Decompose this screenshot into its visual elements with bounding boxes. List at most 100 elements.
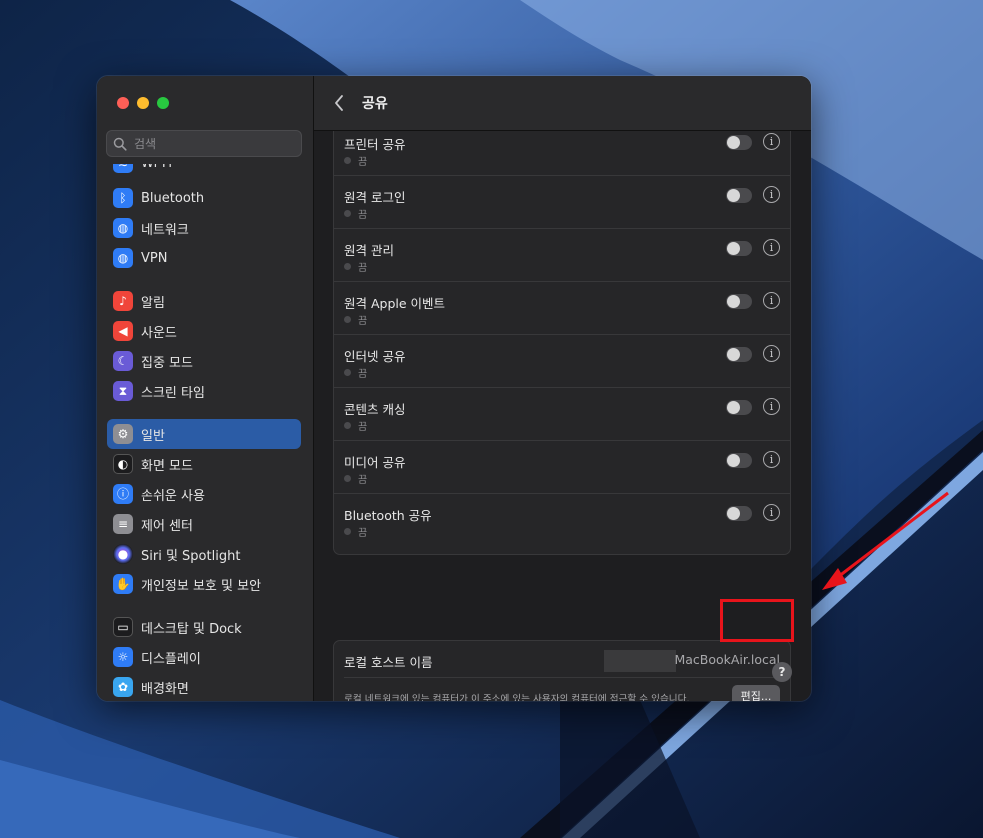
service-name: 미디어 공유 [344,455,406,470]
speaker-icon: ◀ [113,321,133,341]
page-title: 공유 [362,96,388,112]
service-toggle[interactable] [726,188,752,203]
service-status: 끔 [344,206,367,221]
edit-hostname-button[interactable]: 편집... [732,685,780,701]
hostname-value: MacBookAir.local [674,652,780,667]
search-input[interactable] [132,135,296,152]
divider [344,677,790,678]
service-row: 인터넷 공유끔 i [334,335,790,388]
sidebar-item-8[interactable]: ⚙ 일반 [107,419,301,449]
hostname-description: 로컬 네트워크에 있는 컴퓨터가 이 주소에 있는 사용자의 컴퓨터에 접근할 … [344,694,690,701]
info-icon[interactable]: i [763,292,780,309]
sidebar-item-7[interactable]: ⧗ 스크린 타임 [107,376,301,406]
bell-icon: ♪ [113,291,133,311]
gear-icon: ⚙ [113,424,133,444]
sidebar-item-label: Wi-Fi [141,164,172,171]
service-name: Bluetooth 공유 [344,508,432,523]
service-name: 콘텐츠 캐싱 [344,402,406,417]
redacted-region [604,650,676,672]
sidebar-item-6[interactable]: ☾ 집중 모드 [107,346,301,376]
globe-icon: ◍ [113,218,133,238]
sidebar-item-label: 집중 모드 [141,355,193,371]
control-center-icon: ≡ [113,514,133,534]
accessibility-icon: ⓘ [113,484,133,504]
info-icon[interactable]: i [763,239,780,256]
sidebar-item-2[interactable]: ◍ 네트워크 [107,213,301,243]
toggle-knob [727,295,740,308]
back-button[interactable] [330,94,348,112]
minimize-window-button[interactable] [137,97,149,109]
service-row: 프린터 공유 끔 i [334,131,790,176]
sidebar-item-label: VPN [141,250,168,266]
status-dot-icon [344,528,351,535]
sidebar-item-14[interactable]: ▭ 데스크탑 및 Dock [107,612,301,642]
sidebar-item-label: 디스플레이 [141,651,201,667]
sidebar-item-3[interactable]: ◍ VPN [107,243,301,273]
hourglass-icon: ⧗ [113,381,133,401]
service-toggle[interactable] [726,506,752,521]
service-status-text: 끔 [358,422,368,433]
sidebar-item-11[interactable]: ≡ 제어 센터 [107,509,301,539]
service-status: 끔 [344,524,367,539]
sidebar-item-16[interactable]: ✿ 배경화면 [107,672,301,699]
sidebar-item-0[interactable]: ≋ Wi-Fi [107,164,301,178]
service-status: 끔 [344,312,367,327]
service-toggle[interactable] [726,135,752,150]
sidebar-item-15[interactable]: ☼ 디스플레이 [107,642,301,672]
info-icon[interactable]: i [763,133,780,150]
sidebar-item-4[interactable]: ♪ 알림 [107,286,301,316]
service-toggle[interactable] [726,241,752,256]
sidebar-item-5[interactable]: ◀ 사운드 [107,316,301,346]
service-status-text: 끔 [358,157,368,168]
service-status: 끔 [344,153,367,168]
service-status-text: 끔 [358,316,368,327]
sidebar-item-label: 네트워크 [141,222,189,238]
service-row: Bluetooth 공유 끔 i [334,494,790,547]
toggle-knob [727,454,740,467]
search-icon [113,137,127,151]
service-row: 콘텐츠 캐싱끔 i [334,388,790,441]
toggle-knob [727,242,740,255]
info-icon[interactable]: i [763,186,780,203]
service-status: 끔 [344,471,367,486]
service-status-text: 끔 [358,369,368,380]
service-name: 원격 로그인 [344,190,406,205]
status-dot-icon [344,263,351,270]
sidebar-item-label: 사운드 [141,325,177,341]
appearance-icon: ◐ [113,454,133,474]
info-icon[interactable]: i [763,345,780,362]
service-status: 끔 [344,365,367,380]
service-row: 원격 Apple 이벤트 끔 i [334,282,790,335]
service-name: 원격 관리 [344,243,394,258]
service-name: 인터넷 공유 [344,349,406,364]
sidebar-item-label: Bluetooth [141,190,205,206]
service-toggle[interactable] [726,400,752,415]
service-row: 미디어 공유 끔 i [334,441,790,494]
sidebar-item-9[interactable]: ◐ 화면 모드 [107,449,301,479]
status-dot-icon [344,369,351,376]
info-icon[interactable]: i [763,504,780,521]
sidebar-item-12[interactable]: ● Siri 및 Spotlight [107,539,301,569]
annotation-highlight-box [720,599,794,642]
info-icon[interactable]: i [763,451,780,468]
bluetooth-icon: ᛒ [113,188,133,208]
zoom-window-button[interactable] [157,97,169,109]
service-toggle[interactable] [726,453,752,468]
system-settings-window: ≋ Wi-Fi ᛒ Bluetooth ◍ 네트워크 ◍ VPN ♪ 알림 ◀ 사운드 ☾ 집중 모드 ⧗ 스… [97,76,811,701]
search-field[interactable] [106,130,302,157]
help-button[interactable]: ? [772,662,792,682]
info-icon[interactable]: i [763,398,780,415]
hostname-label: 로컬 호스트 이름 [344,655,433,670]
sun-icon: ☼ [113,647,133,667]
sidebar-item-13[interactable]: ✋ 개인정보 보호 및 보안 [107,569,301,599]
service-toggle[interactable] [726,347,752,362]
close-window-button[interactable] [117,97,129,109]
service-row: 원격 관리 끔 i [334,229,790,282]
sidebar-list: ≋ Wi-Fi ᛒ Bluetooth ◍ 네트워크 ◍ VPN ♪ 알림 ◀ 사운드 ☾ 집중 모드 ⧗ 스… [107,164,303,699]
sidebar-item-10[interactable]: ⓘ 손쉬운 사용 [107,479,301,509]
service-toggle[interactable] [726,294,752,309]
status-dot-icon [344,422,351,429]
hand-icon: ✋ [113,574,133,594]
dock-icon: ▭ [113,617,133,637]
sidebar-item-1[interactable]: ᛒ Bluetooth [107,183,301,213]
